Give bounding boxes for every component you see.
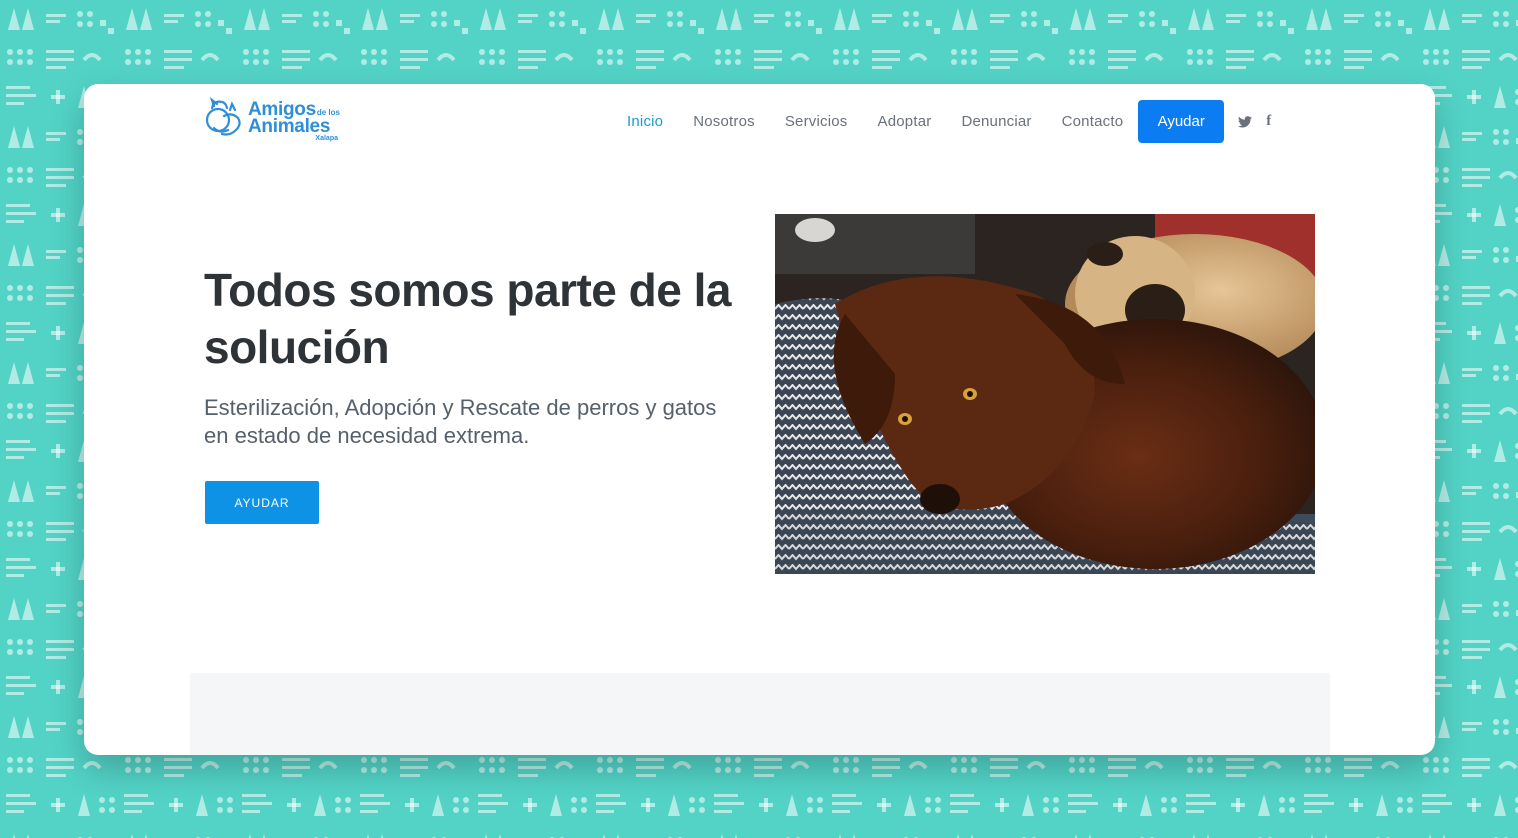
hero-title: Todos somos parte de la solución [204,264,731,373]
dog-cat-logo-icon [205,96,241,136]
facebook-icon[interactable]: f [1266,114,1271,129]
nav-ayudar-button[interactable]: Ayudar [1138,100,1225,143]
nav-link-adoptar[interactable]: Adoptar [863,113,947,130]
site-logo[interactable]: Amigos de los Animales Xalapa [204,96,340,142]
logo-animales-text: Animales [248,116,331,137]
twitter-icon[interactable] [1238,115,1253,128]
nav-link-inicio[interactable]: Inicio [612,113,678,130]
hero-ayudar-button[interactable]: AYUDAR [205,481,319,524]
content-section-placeholder [190,673,1330,755]
page-card: Amigos de los Animales Xalapa Inicio Nos… [84,84,1435,755]
social-links: f [1238,114,1271,129]
hero-subtitle: Esterilización, Adopción y Rescate de pe… [204,395,717,448]
logo-wordmark: Amigos de los Animales Xalapa [248,100,340,142]
main-nav: Inicio Nosotros Servicios Adoptar Denunc… [612,100,1271,143]
nav-link-denunciar[interactable]: Denunciar [946,113,1046,130]
hero-dogs-image [775,214,1315,574]
nav-link-nosotros[interactable]: Nosotros [678,113,770,130]
nav-link-contacto[interactable]: Contacto [1047,113,1139,130]
nav-link-servicios[interactable]: Servicios [770,113,863,130]
logo-city-text: Xalapa [315,135,338,142]
